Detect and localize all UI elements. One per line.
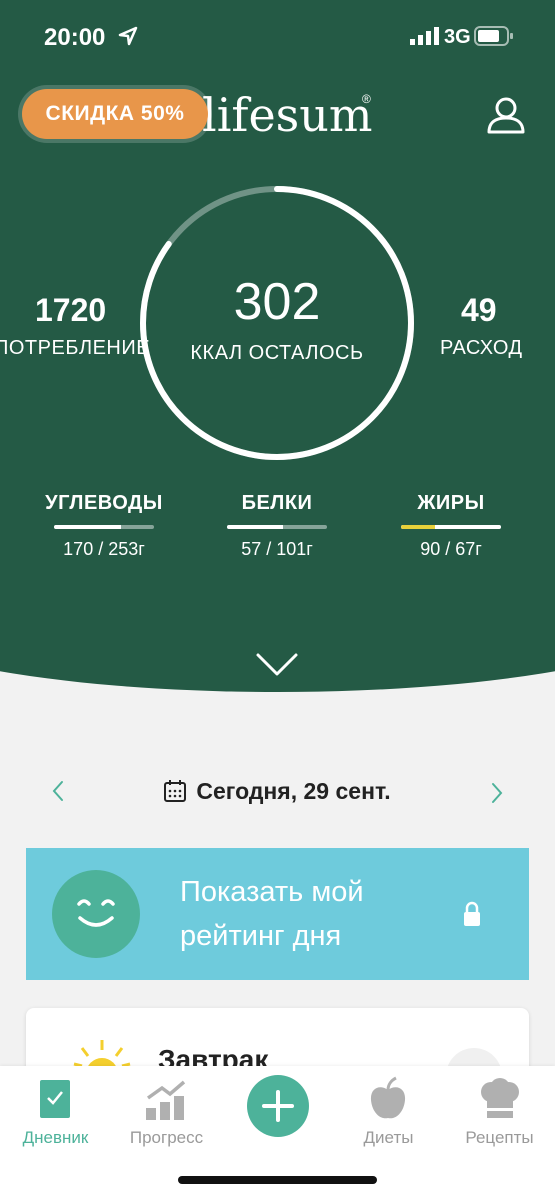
status-time: 20:00 bbox=[44, 24, 106, 51]
macro-fat: ЖИРЫ 90 / 67г bbox=[381, 492, 521, 560]
burned-value: 49 bbox=[461, 292, 497, 328]
profile-icon[interactable] bbox=[486, 95, 526, 135]
calendar-icon bbox=[164, 780, 187, 802]
macro-protein-fill bbox=[227, 525, 283, 529]
macro-carbs-label: УГЛЕВОДЫ bbox=[45, 492, 163, 514]
tab-diets[interactable]: Диеты bbox=[333, 1066, 444, 1166]
apple-icon bbox=[370, 1076, 406, 1119]
macro-protein-value: 57 / 101г bbox=[241, 539, 313, 559]
promo-label: СКИДКА 50% bbox=[45, 102, 185, 125]
tab-recipes-label: Рецепты bbox=[465, 1128, 534, 1147]
tab-progress-label: Прогресс bbox=[129, 1128, 204, 1147]
next-day-icon[interactable] bbox=[489, 782, 505, 804]
signal-icon bbox=[410, 27, 439, 45]
macro-carbs-fill bbox=[54, 525, 121, 529]
calories-remaining-label: ККАЛ ОСТАЛОСЬ bbox=[190, 342, 364, 364]
rating-text: Показать мой рейтинг дня bbox=[180, 870, 364, 958]
macro-fat-bar bbox=[401, 525, 501, 529]
macro-fat-over-indicator bbox=[401, 525, 435, 529]
dashboard-header: 20:00 3G lifesum ® СКИДКА 50% 302 ККАЛ О… bbox=[0, 0, 555, 700]
location-arrow-icon bbox=[118, 26, 138, 46]
macro-protein-bar bbox=[227, 525, 327, 529]
plus-icon bbox=[247, 1075, 309, 1137]
battery-icon bbox=[474, 26, 513, 46]
macro-fat-value: 90 / 67г bbox=[420, 539, 482, 559]
macro-carbs-value: 170 / 253г bbox=[63, 539, 145, 559]
tab-diets-label: Диеты bbox=[363, 1128, 414, 1147]
macro-fat-label: ЖИРЫ bbox=[417, 492, 485, 514]
lock-icon bbox=[464, 901, 480, 926]
consumed-label: ПОТРЕБЛЕНИЕ bbox=[0, 337, 151, 359]
macro-carbs: УГЛЕВОДЫ 170 / 253г bbox=[34, 492, 174, 560]
macro-protein: БЕЛКИ 57 / 101г bbox=[207, 492, 347, 560]
burned-label: РАСХОД bbox=[440, 337, 523, 359]
calories-remaining-value: 302 bbox=[233, 273, 321, 331]
tab-diary-label: Дневник bbox=[22, 1128, 89, 1147]
app-logo: lifesum bbox=[202, 88, 373, 142]
tab-add[interactable] bbox=[222, 1066, 333, 1166]
smiley-face-icon bbox=[52, 870, 140, 958]
registered-mark: ® bbox=[362, 92, 371, 106]
consumed-value: 1720 bbox=[35, 292, 107, 328]
tab-progress[interactable]: Прогресс bbox=[111, 1066, 222, 1166]
discount-promo-button[interactable]: СКИДКА 50% bbox=[22, 89, 208, 139]
chevron-down-icon[interactable] bbox=[255, 652, 299, 678]
macro-protein-label: БЕЛКИ bbox=[241, 492, 313, 514]
daily-rating-banner[interactable]: Показать мой рейтинг дня bbox=[26, 848, 529, 980]
diary-icon bbox=[40, 1080, 70, 1118]
network-type: 3G bbox=[444, 26, 471, 48]
tab-recipes[interactable]: Рецепты bbox=[444, 1066, 555, 1166]
rating-line-1: Показать мой bbox=[180, 876, 364, 908]
date-label: Сегодня, 29 сент. bbox=[196, 778, 391, 804]
progress-icon bbox=[146, 1080, 186, 1120]
home-indicator bbox=[178, 1176, 377, 1184]
tab-diary[interactable]: Дневник bbox=[0, 1066, 111, 1166]
rating-line-2: рейтинг дня bbox=[180, 920, 342, 952]
macro-carbs-bar bbox=[54, 525, 154, 529]
chef-hat-icon bbox=[481, 1078, 519, 1118]
date-selector[interactable]: Сегодня, 29 сент. bbox=[0, 778, 555, 805]
